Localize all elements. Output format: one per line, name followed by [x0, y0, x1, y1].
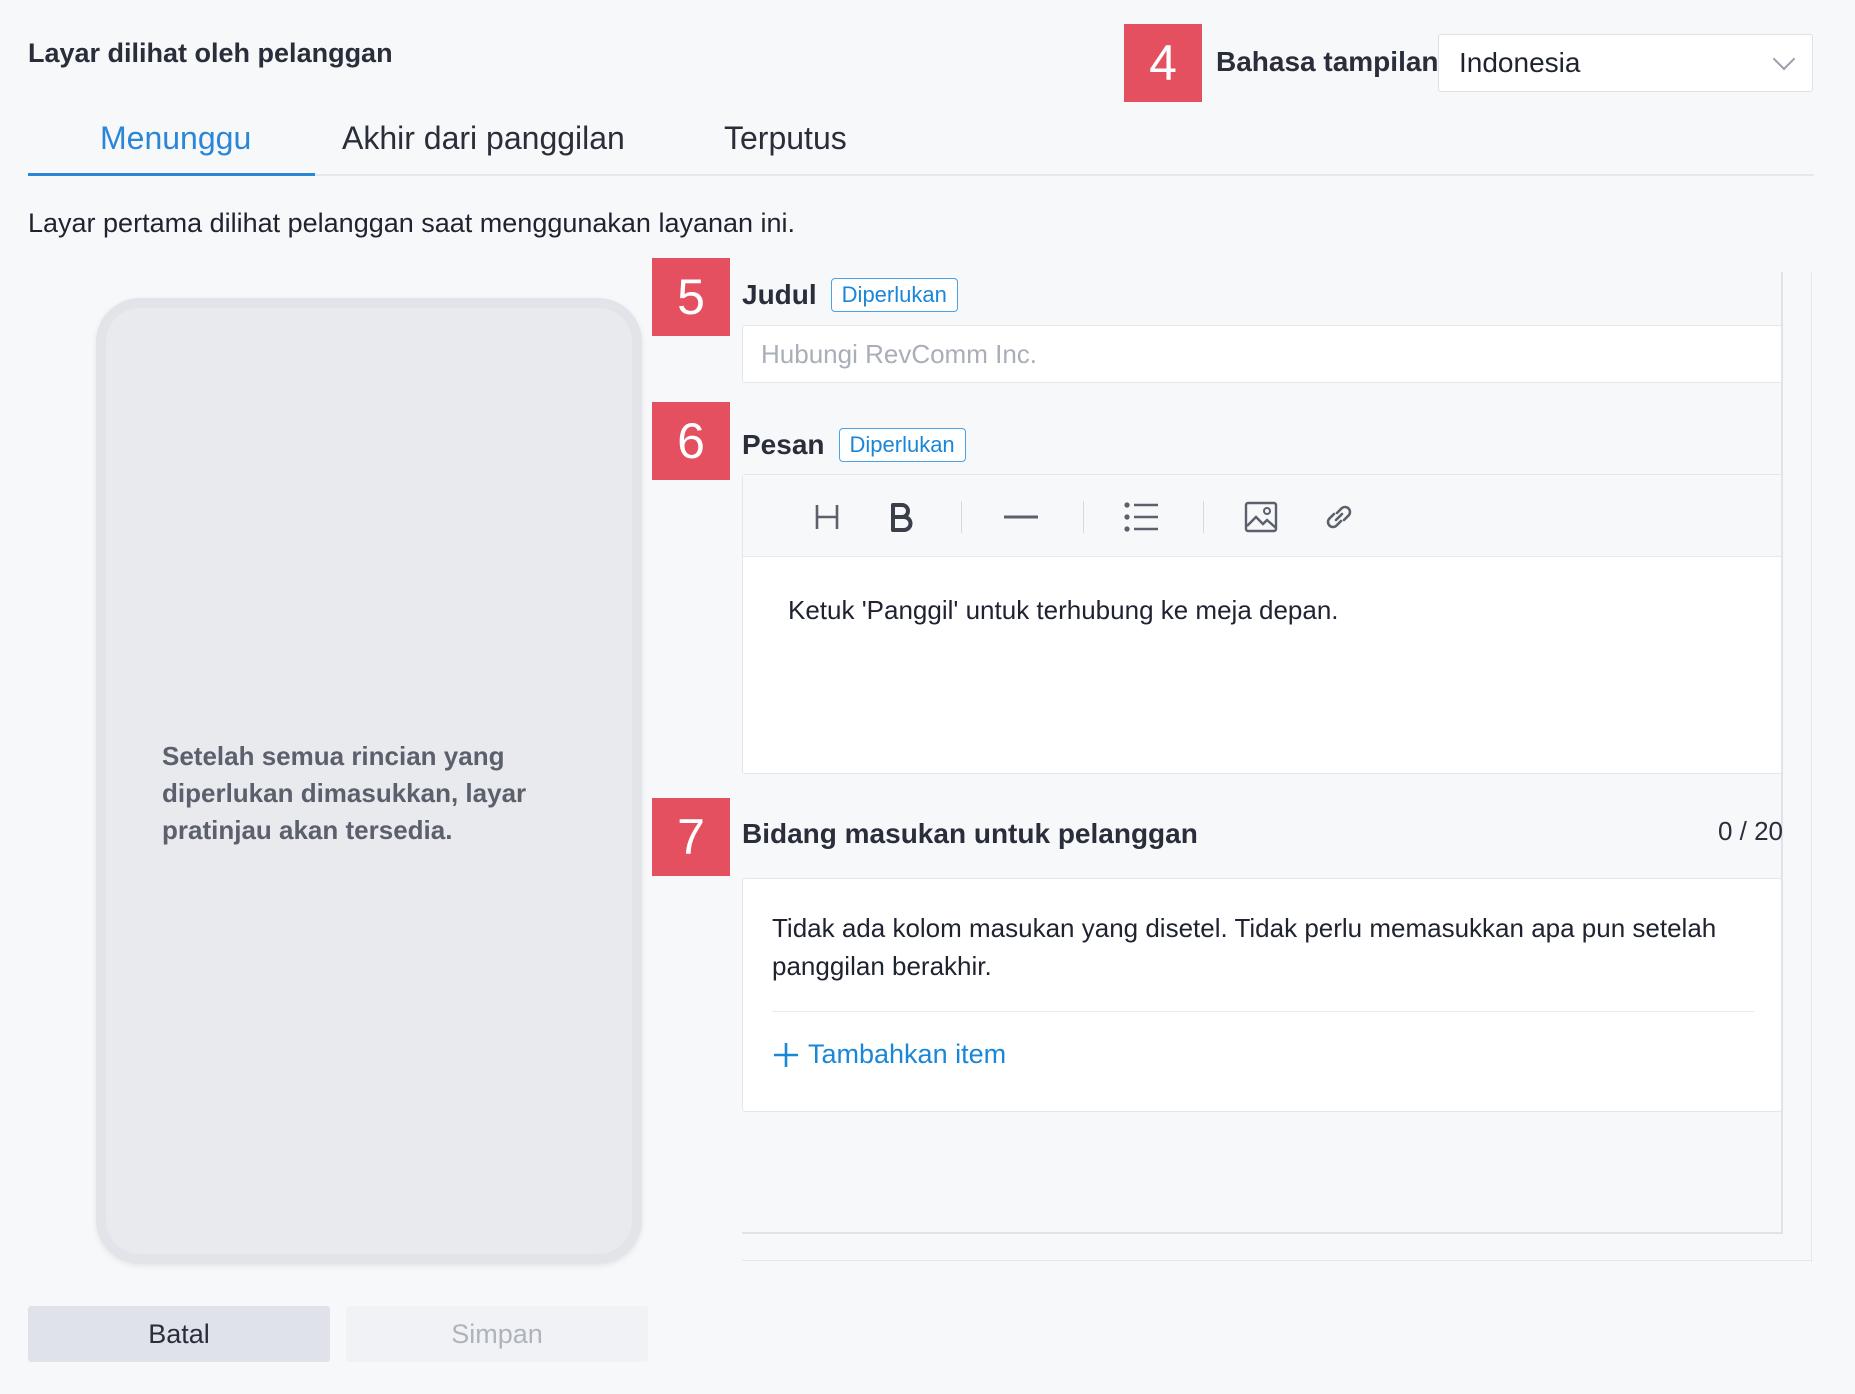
- plus-icon: [774, 1042, 798, 1067]
- input-field-count: 0 / 20: [1717, 816, 1783, 846]
- title-field-header: Judul Diperlukan: [742, 278, 958, 312]
- add-item-label: Tambahkan item: [808, 1039, 1007, 1069]
- phone-preview: Setelah semua rincian yang diperlukan di…: [96, 298, 642, 1264]
- annotation-badge-4: 4: [1124, 24, 1202, 102]
- active-tab-indicator: [28, 173, 315, 176]
- tab-bar: Menunggu Akhir dari panggilan Terputus: [28, 110, 1814, 176]
- chevron-down-icon: [1772, 47, 1796, 71]
- save-button[interactable]: Simpan: [346, 1306, 648, 1362]
- toolbar-separator: [1203, 501, 1204, 533]
- heading-icon[interactable]: [805, 495, 849, 539]
- link-icon[interactable]: [1317, 495, 1361, 539]
- annotation-badge-7: 7: [652, 798, 730, 876]
- message-content[interactable]: Ketuk 'Panggil' untuk terhubung ke meja …: [743, 557, 1781, 626]
- tab-waiting[interactable]: Menunggu: [100, 120, 251, 157]
- tab-description: Layar pertama dilihat pelanggan saat men…: [28, 208, 796, 238]
- message-field-label: Pesan: [742, 429, 825, 460]
- tab-disconnected[interactable]: Terputus: [724, 120, 847, 157]
- tab-end-of-call[interactable]: Akhir dari panggilan: [342, 120, 625, 157]
- horizontal-rule-icon[interactable]: [999, 495, 1043, 539]
- cancel-button[interactable]: Batal: [28, 1306, 330, 1362]
- title-input-placeholder: Hubungi RevComm Inc.: [761, 338, 1037, 369]
- title-field-label: Judul: [742, 279, 817, 310]
- empty-fields-message: Tidak ada kolom masukan yang disetel. Ti…: [772, 913, 1717, 981]
- bold-icon[interactable]: [879, 495, 923, 539]
- language-value: Indonesia: [1459, 47, 1581, 78]
- required-badge: Diperlukan: [830, 278, 958, 312]
- preview-placeholder-text: Setelah semua rincian yang diperlukan di…: [162, 741, 527, 845]
- annotation-badge-6: 6: [652, 402, 730, 480]
- divider: [772, 1011, 1754, 1012]
- editor-toolbar: [743, 475, 1781, 557]
- language-label: Bahasa tampilan: [1216, 46, 1439, 77]
- annotation-badge-5: 5: [652, 258, 730, 336]
- bullet-list-icon[interactable]: [1119, 495, 1163, 539]
- message-field-header: Pesan Diperlukan: [742, 428, 966, 462]
- title-input[interactable]: Hubungi RevComm Inc.: [742, 325, 1782, 383]
- panel-outer-border: [1811, 272, 1812, 1262]
- add-item-button[interactable]: Tambahkan item: [772, 1039, 1006, 1070]
- panel-outer-border-bottom: [742, 1260, 1812, 1261]
- panel-bottom-divider: [742, 1232, 1783, 1234]
- language-select[interactable]: Indonesia: [1438, 34, 1813, 92]
- section-title: Layar dilihat oleh pelanggan: [28, 38, 393, 68]
- toolbar-separator: [1083, 501, 1084, 533]
- image-icon[interactable]: [1239, 495, 1283, 539]
- customer-input-label: Bidang masukan untuk pelanggan: [742, 818, 1198, 849]
- required-badge: Diperlukan: [838, 428, 966, 462]
- customer-input-box: Tidak ada kolom masukan yang disetel. Ti…: [742, 878, 1782, 1112]
- toolbar-separator: [961, 501, 962, 533]
- message-editor[interactable]: Ketuk 'Panggil' untuk terhubung ke meja …: [742, 474, 1782, 774]
